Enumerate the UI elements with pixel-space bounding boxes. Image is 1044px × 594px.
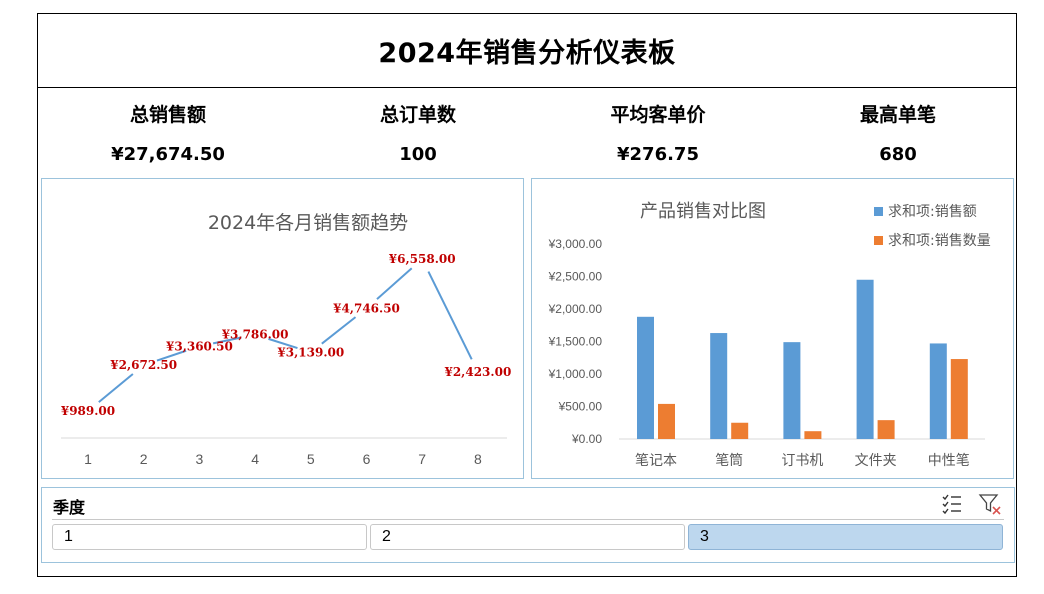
- chart-title: 2024年各月销售额趋势: [208, 212, 408, 234]
- kpi-label: 总订单数: [379, 104, 456, 126]
- series-line-segment: [321, 316, 357, 345]
- slicer-toolbar: [940, 492, 1002, 516]
- data-label: ¥3,786.00: [222, 328, 289, 342]
- kpi-value: 680: [879, 144, 917, 165]
- x-tick-label: 文件夹: [855, 453, 897, 469]
- kpi-total-orders: 总订单数 100: [308, 100, 528, 165]
- slicer-item-label: 2: [382, 528, 391, 545]
- x-tick-label: 6: [363, 451, 371, 467]
- kpi-label: 最高单笔: [859, 104, 936, 126]
- legend-label: 求和项:销售数量: [888, 233, 991, 249]
- y-tick-label: ¥2,500.00: [548, 270, 603, 284]
- y-tick-label: ¥1,500.00: [548, 335, 603, 349]
- kpi-total-sales: 总销售额 ¥27,674.50: [58, 100, 278, 165]
- slicer-divider: [52, 519, 1004, 520]
- legend-swatch: [874, 207, 883, 216]
- bar: [950, 359, 968, 439]
- kpi-value: ¥276.75: [617, 144, 699, 165]
- legend-swatch: [874, 236, 883, 245]
- bar-chart: 产品销售对比图 求和项:销售额求和项:销售数量 ¥0.00 ¥500.00 ¥1,000…: [548, 201, 991, 469]
- bar: [637, 316, 654, 439]
- y-tick-label: ¥3,000.00: [548, 237, 603, 251]
- x-tick-label: 笔筒: [715, 452, 743, 469]
- x-tick-label: 1: [84, 451, 92, 467]
- x-tick-label: 5: [307, 451, 315, 467]
- kpi-max-order: 最高单笔 680: [788, 100, 1008, 165]
- data-label: ¥2,423.00: [444, 365, 511, 379]
- slicer-item-label: 3: [700, 528, 709, 545]
- slicer-item-1[interactable]: 1: [52, 524, 367, 550]
- quarter-slicer: 季度 1 2 3: [41, 487, 1015, 563]
- kpi-value: 100: [399, 144, 437, 165]
- legend-label: 求和项:销售额: [888, 204, 977, 220]
- y-tick-label: ¥500.00: [558, 400, 603, 414]
- slicer-title: 季度: [53, 498, 86, 517]
- multi-select-icon[interactable]: [940, 492, 964, 516]
- title-bar: 2024年销售分析仪表板: [38, 14, 1016, 88]
- y-tick-label: ¥1,000.00: [548, 367, 603, 381]
- x-tick-label: 4: [251, 451, 259, 467]
- line-chart: 2024年各月销售额趋势1 2 3 4 5 6 7 8¥989.00¥2,672.50¥3,3…: [61, 212, 511, 467]
- bar: [783, 342, 801, 439]
- bar: [804, 431, 822, 439]
- data-label: ¥2,672.50: [110, 358, 177, 372]
- y-tick-label: ¥0.00: [571, 432, 602, 446]
- line-chart-panel[interactable]: 2024年各月销售额趋势 1 2 3 4 5 6 7 8 ¥989.00 ¥2,672.50 ¥3,3…: [41, 178, 524, 479]
- kpi-label: 平均客单价: [610, 104, 706, 126]
- kpi-label: 总销售额: [129, 104, 206, 126]
- chart-title: 产品销售对比图: [640, 201, 766, 222]
- kpi-avg-price: 平均客单价 ¥276.75: [548, 100, 768, 165]
- bar: [856, 279, 874, 439]
- x-tick-label: 订书机: [781, 453, 823, 469]
- slicer-item-2[interactable]: 2: [370, 524, 685, 550]
- bar: [710, 333, 728, 439]
- series-line-segment: [427, 271, 473, 360]
- bar: [731, 422, 749, 439]
- dashboard-title: 2024年销售分析仪表板: [378, 38, 676, 69]
- x-tick-label: 3: [196, 451, 204, 467]
- slicer-item-3[interactable]: 3: [688, 524, 1003, 550]
- bar: [929, 343, 947, 439]
- data-label: ¥4,746.50: [333, 301, 400, 315]
- slicer-item-label: 1: [64, 528, 73, 545]
- kpi-value: ¥27,674.50: [111, 144, 225, 165]
- x-tick-label: 8: [474, 451, 482, 467]
- data-label: ¥3,139.00: [277, 345, 344, 359]
- data-label: ¥6,558.00: [389, 252, 456, 266]
- bar-chart-panel[interactable]: 产品销售对比图 求和项:销售额 求和项:销售数量 ¥0.00 ¥500.00 ¥1,000…: [531, 178, 1014, 479]
- data-label: ¥989.00: [61, 404, 115, 418]
- x-tick-label: 中性笔: [928, 453, 970, 469]
- x-tick-label: 7: [418, 451, 426, 467]
- clear-filter-icon[interactable]: [978, 492, 1002, 516]
- series-line-segment: [376, 267, 413, 300]
- bar: [877, 420, 895, 439]
- y-tick-label: ¥2,000.00: [548, 302, 603, 316]
- x-tick-label: 笔记本: [635, 453, 677, 469]
- x-tick-label: 2: [140, 451, 148, 467]
- series-line-segment: [98, 373, 134, 403]
- bar: [658, 403, 675, 439]
